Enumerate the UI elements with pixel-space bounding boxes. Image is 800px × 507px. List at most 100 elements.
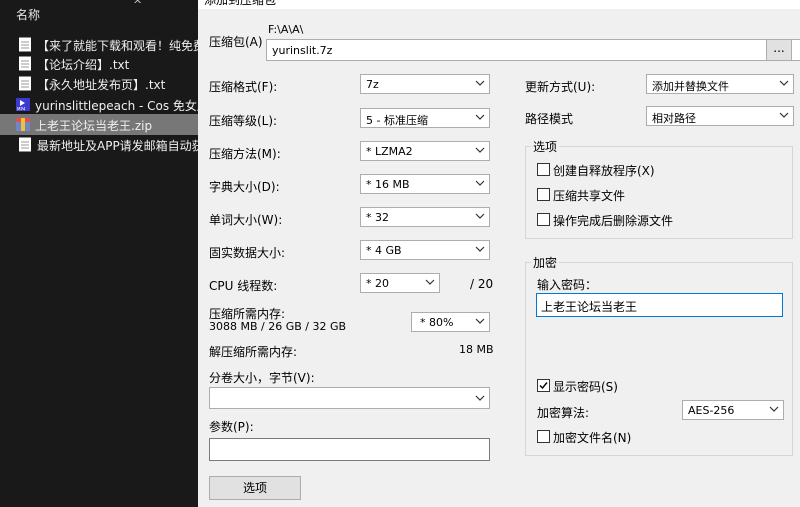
mem-compress-detail: 3088 MB / 26 GB / 32 GB: [209, 320, 347, 333]
encryption-method-label: 加密算法:: [537, 406, 590, 420]
threads-label: CPU 线程数:: [209, 279, 278, 293]
text-file-icon: [19, 37, 31, 52]
archive-name-combo[interactable]: yurinslit.7z: [266, 39, 800, 61]
file-explorer-pane: 名称 ^ 【来了就能下载和观看！纯免费 【论坛介绍】.txt 【永久地址发布页】…: [0, 0, 198, 507]
mem-decompress-value: 18 MB: [459, 343, 494, 356]
path-mode-select[interactable]: 相对路径: [646, 106, 794, 126]
params-input[interactable]: [209, 438, 490, 461]
path-mode-label: 路径模式: [525, 112, 574, 126]
dict-label: 字典大小(D):: [209, 180, 280, 194]
mem-compress-value: * 80%: [420, 316, 454, 329]
file-name: 【永久地址发布页】.txt: [37, 78, 166, 92]
chevron-down-icon: [475, 180, 485, 186]
sort-indicator-icon: ^: [133, 0, 143, 11]
column-header[interactable]: 名称 ^: [0, 0, 198, 26]
column-header-name[interactable]: 名称: [16, 6, 40, 23]
file-item[interactable]: 【来了就能下载和观看！纯免费: [0, 34, 198, 55]
split-size-combo[interactable]: [209, 387, 490, 409]
dict-select[interactable]: * 16 MB: [360, 174, 490, 194]
password-value: 上老王论坛当老王: [541, 300, 638, 314]
method-select[interactable]: * LZMA2: [360, 141, 490, 161]
sfx-checkbox[interactable]: [537, 163, 550, 176]
encryption-group-title: 加密: [531, 254, 560, 271]
file-name: yurinslittlepeach - Cos 免女朋: [35, 99, 198, 113]
sfx-checkbox-label[interactable]: 创建自释放程序(X): [553, 162, 655, 179]
method-label: 压缩方法(M):: [209, 147, 281, 161]
archive-label: 压缩包(A): [209, 35, 263, 49]
file-name: 【来了就能下载和观看！纯免费: [37, 39, 198, 53]
file-item[interactable]: 【永久地址发布页】.txt: [0, 73, 198, 94]
archive-folder-path: F:\A\A\: [268, 23, 304, 36]
chevron-down-icon: [475, 147, 485, 153]
text-file-icon: [19, 56, 31, 71]
file-name: 最新地址及APP请发邮箱自动获: [37, 139, 198, 153]
show-password-checkbox[interactable]: [537, 379, 550, 392]
update-mode-value: 添加并替换文件: [652, 80, 729, 93]
chevron-down-icon: [769, 406, 779, 412]
encrypt-names-label[interactable]: 加密文件名(N): [553, 429, 631, 446]
params-label: 参数(P):: [209, 420, 254, 434]
update-mode-select[interactable]: 添加并替换文件: [646, 74, 794, 94]
file-name: 【论坛介绍】.txt: [37, 58, 130, 72]
options-button[interactable]: 选项: [209, 476, 301, 500]
threads-value: * 20: [366, 277, 389, 290]
file-item[interactable]: 最新地址及APP请发邮箱自动获: [0, 134, 198, 155]
svg-text:MP4: MP4: [17, 107, 26, 112]
chevron-down-icon: [425, 279, 435, 285]
dict-value: * 16 MB: [366, 178, 410, 191]
chevron-down-icon: [475, 318, 485, 324]
chevron-down-icon: [475, 114, 485, 120]
options-group-title: 选项: [531, 138, 560, 155]
chevron-down-icon: [779, 80, 789, 86]
chevron-down-icon: [475, 246, 485, 252]
mem-decompress-label: 解压缩所需内存:: [209, 345, 298, 359]
split-label: 分卷大小，字节(V):: [209, 371, 315, 385]
file-item[interactable]: 【论坛介绍】.txt: [0, 53, 198, 74]
password-input[interactable]: 上老王论坛当老王: [536, 293, 783, 317]
file-name: 上老王论坛当老王.zip: [35, 119, 153, 133]
format-select[interactable]: 7z: [360, 74, 490, 94]
add-to-archive-dialog: 添加到压缩包 ✕ 压缩包(A) F:\A\A\ yurinslit.7z ...…: [198, 0, 800, 507]
file-item-selected[interactable]: 上老王论坛当老王.zip: [0, 114, 198, 135]
solid-select[interactable]: * 4 GB: [360, 240, 490, 260]
method-value: * LZMA2: [366, 145, 413, 158]
threads-select[interactable]: * 20: [360, 273, 440, 293]
archive-name-value: yurinslit.7z: [272, 44, 333, 57]
archive-file-icon: [16, 118, 30, 131]
shared-files-checkbox-label[interactable]: 压缩共享文件: [553, 187, 625, 204]
level-select[interactable]: 5 - 标准压缩: [360, 108, 490, 128]
browse-button[interactable]: ...: [766, 39, 792, 61]
level-label: 压缩等级(L):: [209, 114, 278, 128]
shared-files-checkbox[interactable]: [537, 188, 550, 201]
video-file-icon: MP4: [16, 98, 30, 112]
update-mode-label: 更新方式(U):: [525, 80, 596, 94]
encryption-method-value: AES-256: [688, 404, 735, 417]
format-value: 7z: [366, 78, 379, 91]
file-item[interactable]: MP4 yurinslittlepeach - Cos 免女朋: [0, 94, 198, 115]
word-select[interactable]: * 32: [360, 207, 490, 227]
threads-max: / 20: [470, 277, 494, 291]
delete-after-checkbox-label[interactable]: 操作完成后删除源文件: [553, 212, 673, 229]
show-password-label[interactable]: 显示密码(S): [553, 378, 618, 395]
close-icon[interactable]: ✕: [783, 0, 794, 2]
path-mode-value: 相对路径: [652, 112, 696, 125]
text-file-icon: [19, 76, 31, 91]
format-label: 压缩格式(F):: [209, 80, 278, 94]
password-label: 输入密码：: [537, 278, 598, 292]
chevron-down-icon: [475, 80, 485, 86]
chevron-down-icon: [475, 395, 485, 401]
mem-compress-select[interactable]: * 80%: [411, 312, 490, 332]
level-value: 5 - 标准压缩: [366, 114, 428, 127]
dialog-title: 添加到压缩包: [204, 0, 277, 7]
chevron-down-icon: [475, 213, 485, 219]
solid-value: * 4 GB: [366, 244, 402, 257]
dialog-titlebar[interactable]: 添加到压缩包 ✕: [198, 0, 800, 9]
delete-after-checkbox[interactable]: [537, 213, 550, 226]
encrypt-names-checkbox[interactable]: [537, 430, 550, 443]
word-label: 单词大小(W):: [209, 213, 283, 227]
word-value: * 32: [366, 211, 389, 224]
solid-label: 固实数据大小:: [209, 246, 286, 260]
encryption-method-select[interactable]: AES-256: [682, 400, 784, 420]
chevron-down-icon: [779, 112, 789, 118]
checkmark-icon: [539, 382, 548, 390]
